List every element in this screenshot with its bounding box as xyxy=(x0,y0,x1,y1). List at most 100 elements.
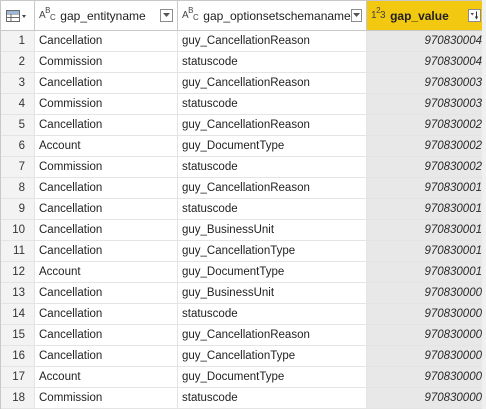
cell-optionsetschemaname[interactable]: statuscode xyxy=(178,199,367,219)
row-number[interactable]: 8 xyxy=(1,178,35,198)
cell-entityname[interactable]: Cancellation xyxy=(35,178,178,198)
cell-value[interactable]: 970830004 xyxy=(367,31,485,51)
cell-entityname[interactable]: Account xyxy=(35,262,178,282)
cell-entityname[interactable]: Cancellation xyxy=(35,31,178,51)
table-row[interactable]: 16 Cancellation guy_CancellationType 970830… xyxy=(1,346,486,367)
table-row[interactable]: 13 Cancellation guy_BusinessUnit 970830000 xyxy=(1,283,486,304)
text-type-icon[interactable]: ABC xyxy=(182,6,199,22)
cell-value[interactable]: 970830003 xyxy=(367,73,485,93)
table-row[interactable]: 14 Cancellation statuscode 970830000 xyxy=(1,304,486,325)
cell-optionsetschemaname[interactable]: guy_CancellationType xyxy=(178,346,367,366)
cell-value[interactable]: 970830001 xyxy=(367,262,485,282)
cell-optionsetschemaname[interactable]: statuscode xyxy=(178,388,367,408)
cell-value[interactable]: 970830000 xyxy=(367,388,485,408)
cell-value[interactable]: 970830001 xyxy=(367,178,485,198)
table-row[interactable]: 4 Commission statuscode 970830003 xyxy=(1,94,486,115)
row-number[interactable]: 16 xyxy=(1,346,35,366)
cell-entityname[interactable]: Commission xyxy=(35,157,178,177)
cell-value[interactable]: 970830002 xyxy=(367,136,485,156)
cell-entityname[interactable]: Cancellation xyxy=(35,241,178,261)
filter-dropdown-button[interactable] xyxy=(160,9,173,22)
row-number[interactable]: 3 xyxy=(1,73,35,93)
column-header-optionsetschemaname[interactable]: ABC gap_optionsetschemaname xyxy=(178,1,367,30)
cell-value[interactable]: 970830004 xyxy=(367,52,485,72)
table-row[interactable]: 1 Cancellation guy_CancellationReason 97083… xyxy=(1,31,486,52)
table-row[interactable]: 3 Cancellation guy_CancellationReason 97083… xyxy=(1,73,486,94)
table-row[interactable]: 2 Commission statuscode 970830004 xyxy=(1,52,486,73)
row-number[interactable]: 4 xyxy=(1,94,35,114)
cell-entityname[interactable]: Cancellation xyxy=(35,346,178,366)
row-number[interactable]: 5 xyxy=(1,115,35,135)
cell-entityname[interactable]: Account xyxy=(35,367,178,387)
cell-entityname[interactable]: Commission xyxy=(35,52,178,72)
table-row[interactable]: 18 Commission statuscode 970830000 xyxy=(1,388,486,409)
cell-entityname[interactable]: Cancellation xyxy=(35,199,178,219)
cell-optionsetschemaname[interactable]: statuscode xyxy=(178,94,367,114)
cell-optionsetschemaname[interactable]: guy_CancellationReason xyxy=(178,31,367,51)
column-header-value[interactable]: 123 gap_value xyxy=(367,1,485,30)
table-menu-button[interactable] xyxy=(1,1,35,30)
number-type-icon[interactable]: 123 xyxy=(371,6,386,21)
cell-value[interactable]: 970830003 xyxy=(367,94,485,114)
row-number[interactable]: 12 xyxy=(1,262,35,282)
row-number[interactable]: 10 xyxy=(1,220,35,240)
cell-optionsetschemaname[interactable]: guy_BusinessUnit xyxy=(178,220,367,240)
cell-entityname[interactable]: Cancellation xyxy=(35,304,178,324)
row-number[interactable]: 14 xyxy=(1,304,35,324)
cell-value[interactable]: 970830001 xyxy=(367,241,485,261)
cell-optionsetschemaname[interactable]: guy_CancellationType xyxy=(178,241,367,261)
sort-filter-dropdown-button[interactable] xyxy=(468,9,481,22)
text-type-icon[interactable]: ABC xyxy=(39,6,56,22)
row-number[interactable]: 2 xyxy=(1,52,35,72)
cell-value[interactable]: 970830002 xyxy=(367,157,485,177)
cell-optionsetschemaname[interactable]: guy_DocumentType xyxy=(178,262,367,282)
cell-value[interactable]: 970830001 xyxy=(367,199,485,219)
table-row[interactable]: 9 Cancellation statuscode 970830001 xyxy=(1,199,486,220)
cell-entityname[interactable]: Account xyxy=(35,136,178,156)
cell-optionsetschemaname[interactable]: guy_DocumentType xyxy=(178,136,367,156)
cell-value[interactable]: 970830001 xyxy=(367,220,485,240)
row-number[interactable]: 11 xyxy=(1,241,35,261)
row-number[interactable]: 17 xyxy=(1,367,35,387)
row-number[interactable]: 13 xyxy=(1,283,35,303)
row-number[interactable]: 9 xyxy=(1,199,35,219)
row-number[interactable]: 15 xyxy=(1,325,35,345)
cell-entityname[interactable]: Commission xyxy=(35,388,178,408)
cell-entityname[interactable]: Cancellation xyxy=(35,220,178,240)
vertical-scrollbar[interactable] xyxy=(482,0,486,409)
cell-value[interactable]: 970830000 xyxy=(367,283,485,303)
cell-entityname[interactable]: Cancellation xyxy=(35,73,178,93)
cell-optionsetschemaname[interactable]: guy_BusinessUnit xyxy=(178,283,367,303)
cell-entityname[interactable]: Cancellation xyxy=(35,283,178,303)
cell-value[interactable]: 970830000 xyxy=(367,325,485,345)
cell-optionsetschemaname[interactable]: statuscode xyxy=(178,304,367,324)
cell-optionsetschemaname[interactable]: guy_CancellationReason xyxy=(178,325,367,345)
cell-optionsetschemaname[interactable]: guy_CancellationReason xyxy=(178,115,367,135)
table-row[interactable]: 5 Cancellation guy_CancellationReason 97083… xyxy=(1,115,486,136)
cell-value[interactable]: 970830000 xyxy=(367,304,485,324)
table-row[interactable]: 6 Account guy_DocumentType 970830002 xyxy=(1,136,486,157)
column-header-entityname[interactable]: ABC gap_entityname xyxy=(35,1,178,30)
cell-optionsetschemaname[interactable]: guy_DocumentType xyxy=(178,367,367,387)
row-number[interactable]: 6 xyxy=(1,136,35,156)
cell-value[interactable]: 970830000 xyxy=(367,346,485,366)
cell-optionsetschemaname[interactable]: guy_CancellationReason xyxy=(178,178,367,198)
cell-optionsetschemaname[interactable]: statuscode xyxy=(178,52,367,72)
table-row[interactable]: 10 Cancellation guy_BusinessUnit 970830001 xyxy=(1,220,486,241)
cell-value[interactable]: 970830002 xyxy=(367,115,485,135)
cell-entityname[interactable]: Commission xyxy=(35,94,178,114)
cell-entityname[interactable]: Cancellation xyxy=(35,325,178,345)
table-row[interactable]: 15 Cancellation guy_CancellationReason 9708… xyxy=(1,325,486,346)
table-row[interactable]: 7 Commission statuscode 970830002 xyxy=(1,157,486,178)
filter-dropdown-button[interactable] xyxy=(350,9,362,22)
row-number[interactable]: 1 xyxy=(1,31,35,51)
table-row[interactable]: 11 Cancellation guy_CancellationType 970830… xyxy=(1,241,486,262)
cell-optionsetschemaname[interactable]: guy_CancellationReason xyxy=(178,73,367,93)
row-number[interactable]: 18 xyxy=(1,388,35,408)
table-row[interactable]: 12 Account guy_DocumentType 970830001 xyxy=(1,262,486,283)
table-row[interactable]: 17 Account guy_DocumentType 970830000 xyxy=(1,367,486,388)
cell-optionsetschemaname[interactable]: statuscode xyxy=(178,157,367,177)
cell-entityname[interactable]: Cancellation xyxy=(35,115,178,135)
row-number[interactable]: 7 xyxy=(1,157,35,177)
table-row[interactable]: 8 Cancellation guy_CancellationReason 97083… xyxy=(1,178,486,199)
